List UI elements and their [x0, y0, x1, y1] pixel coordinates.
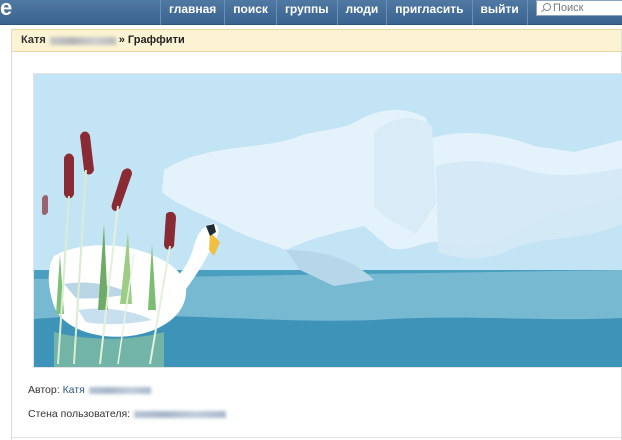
search-box[interactable]: [536, 0, 622, 16]
redacted-surname: [49, 36, 116, 45]
graffiti-image[interactable]: [33, 73, 622, 368]
site-logo[interactable]: e: [0, 0, 12, 20]
breadcrumb-user-name[interactable]: Катя: [21, 30, 46, 51]
main-nav: главная поиск группы люди пригласить вый…: [160, 0, 528, 25]
nav-logout[interactable]: выйти: [471, 0, 528, 25]
author-link[interactable]: Катя: [63, 384, 85, 396]
main-content: Катя » Граффити Автор: Катя Стена пользо…: [11, 29, 622, 440]
breadcrumb: Катя » Граффити: [12, 29, 621, 52]
redacted-author-surname: [88, 386, 151, 394]
author-line: Автор: Катя: [28, 384, 151, 396]
nav-groups[interactable]: группы: [275, 0, 337, 25]
nav-home[interactable]: главная: [160, 0, 224, 25]
nav-search[interactable]: поиск: [224, 0, 276, 25]
nav-invite[interactable]: пригласить: [386, 0, 471, 25]
swan-graffiti-icon: [34, 74, 622, 367]
wall-owner-line: Стена пользователя:: [28, 408, 227, 420]
author-label: Автор:: [28, 384, 60, 396]
top-navigation-bar: e главная поиск группы люди пригласить в…: [0, 0, 622, 25]
breadcrumb-separator: »: [118, 34, 125, 46]
nav-people[interactable]: люди: [336, 0, 387, 25]
breadcrumb-section: Граффити: [127, 34, 185, 46]
wall-owner-label: Стена пользователя:: [28, 408, 131, 420]
search-icon: [540, 2, 551, 14]
redacted-wall-owner[interactable]: [134, 410, 227, 418]
search-input[interactable]: [551, 1, 622, 15]
content-divider: [12, 437, 621, 438]
